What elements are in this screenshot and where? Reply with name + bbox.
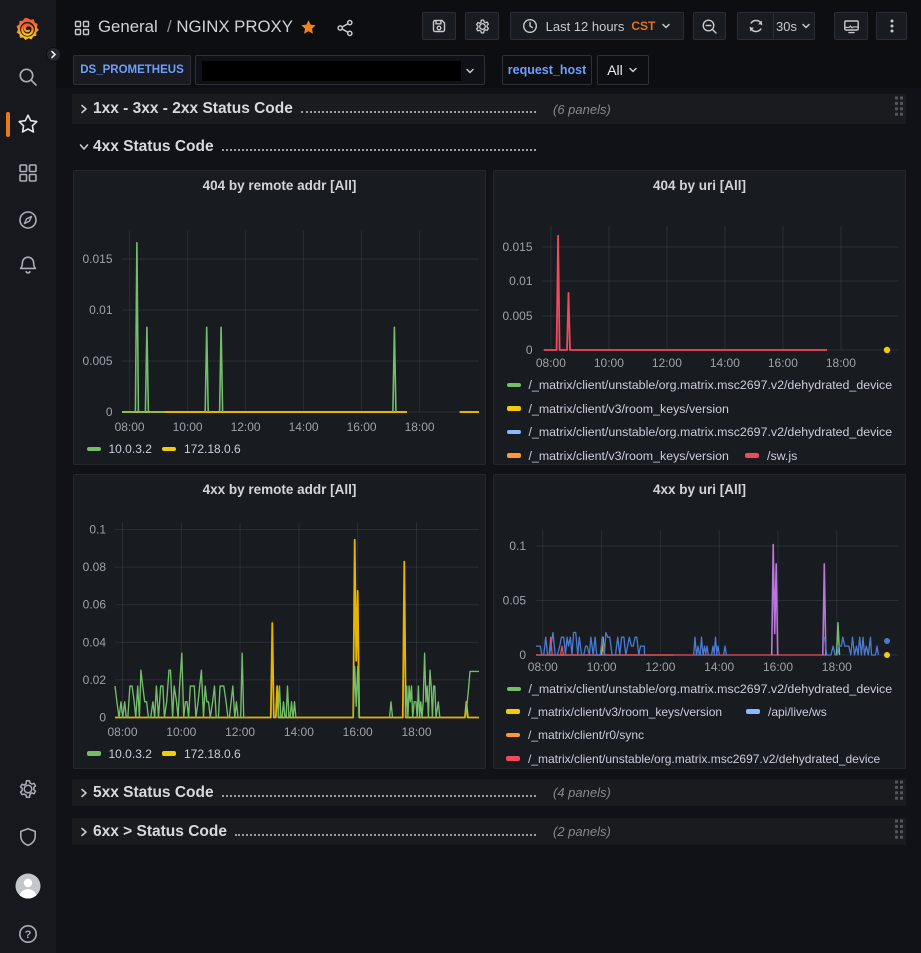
svg-text:16:00: 16:00 [343,725,373,739]
svg-text:14:00: 14:00 [704,660,734,674]
svg-text:10:00: 10:00 [166,725,196,739]
svg-text:18:00: 18:00 [826,356,856,370]
svg-text:0: 0 [99,711,106,725]
svg-text:0: 0 [519,648,526,662]
svg-text:12:00: 12:00 [652,356,682,370]
svg-text:0.04: 0.04 [83,635,107,649]
svg-text:18:00: 18:00 [405,420,435,434]
svg-text:0.1: 0.1 [509,539,526,553]
svg-text:16:00: 16:00 [768,356,798,370]
svg-text:18:00: 18:00 [822,660,852,674]
svg-text:0.015: 0.015 [502,240,532,254]
svg-text:0.1: 0.1 [89,523,106,537]
svg-text:0.05: 0.05 [503,594,527,608]
svg-text:14:00: 14:00 [284,725,314,739]
svg-text:18:00: 18:00 [401,725,431,739]
svg-text:08:00: 08:00 [528,660,558,674]
svg-text:0.01: 0.01 [89,303,113,317]
svg-text:16:00: 16:00 [763,660,793,674]
svg-text:08:00: 08:00 [536,356,566,370]
svg-text:0.01: 0.01 [509,274,533,288]
svg-text:0.005: 0.005 [502,309,532,323]
svg-text:16:00: 16:00 [347,420,377,434]
svg-text:14:00: 14:00 [710,356,740,370]
svg-text:12:00: 12:00 [231,420,261,434]
svg-text:12:00: 12:00 [225,725,255,739]
svg-text:08:00: 08:00 [115,420,145,434]
svg-text:0.08: 0.08 [83,560,107,574]
svg-text:12:00: 12:00 [645,660,675,674]
svg-text:08:00: 08:00 [107,725,137,739]
svg-text:10:00: 10:00 [594,356,624,370]
svg-text:14:00: 14:00 [289,420,319,434]
svg-text:0: 0 [106,405,113,419]
svg-text:0.015: 0.015 [82,252,112,266]
svg-text:10:00: 10:00 [587,660,617,674]
svg-text:10:00: 10:00 [173,420,203,434]
svg-text:0.02: 0.02 [83,673,107,687]
svg-text:0: 0 [526,343,533,357]
svg-text:0.005: 0.005 [82,354,112,368]
svg-text:?: ? [25,929,32,941]
svg-text:0.06: 0.06 [83,598,107,612]
